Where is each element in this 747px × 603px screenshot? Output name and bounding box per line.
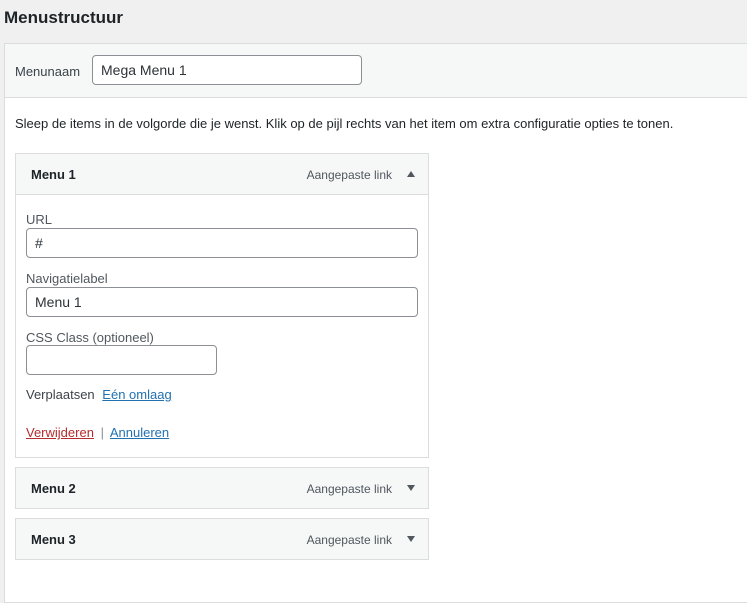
url-label: URL: [26, 212, 53, 227]
menu-item-title: Menu 3: [31, 532, 76, 547]
cancel-link[interactable]: Annuleren: [110, 425, 169, 440]
actions-separator: |: [100, 425, 104, 440]
move-row: Verplaatsen Eén omlaag: [26, 387, 172, 402]
move-label: Verplaatsen: [26, 387, 95, 402]
css-class-input[interactable]: [26, 345, 217, 375]
menu-item-type: Aangepaste link: [306, 533, 392, 547]
menu-item-type: Aangepaste link: [306, 482, 392, 496]
menu-item-handle[interactable]: Menu 3 Aangepaste link: [16, 519, 428, 559]
collapse-toggle-icon[interactable]: [400, 163, 422, 185]
menu-item-type: Aangepaste link: [306, 168, 392, 182]
expand-toggle-icon[interactable]: [400, 528, 422, 550]
menu-name-bar: Menunaam: [5, 44, 747, 98]
menu-structure-panel: Menunaam Sleep de items in de volgorde d…: [4, 43, 747, 603]
menu-item-menu-1: Menu 1 Aangepaste link URL Navigatielabe…: [15, 153, 429, 458]
css-class-label: CSS Class (optioneel): [26, 330, 154, 345]
menu-item-settings: URL Navigatielabel CSS Class (optioneel)…: [16, 194, 428, 457]
menu-name-label: Menunaam: [15, 64, 81, 79]
expand-toggle-icon[interactable]: [400, 477, 422, 499]
menu-item-handle[interactable]: Menu 2 Aangepaste link: [16, 468, 428, 508]
instructions-text: Sleep de items in de volgorde die je wen…: [15, 116, 674, 131]
item-actions: Verwijderen | Annuleren: [26, 425, 169, 440]
triangle-up-icon: [407, 171, 415, 177]
nav-label-label: Navigatielabel: [26, 271, 108, 286]
triangle-down-icon: [407, 536, 415, 542]
nav-label-input[interactable]: [26, 287, 418, 317]
menu-item-title: Menu 2: [31, 481, 76, 496]
delete-link[interactable]: Verwijderen: [26, 425, 94, 440]
menu-item-handle[interactable]: Menu 1 Aangepaste link: [16, 154, 428, 194]
move-down-link[interactable]: Eén omlaag: [102, 387, 171, 402]
page-title: Menustructuur: [4, 8, 123, 27]
triangle-down-icon: [407, 485, 415, 491]
url-input[interactable]: [26, 228, 418, 258]
menu-item-title: Menu 1: [31, 167, 76, 182]
menu-name-input[interactable]: [92, 55, 362, 85]
menu-item-menu-2: Menu 2 Aangepaste link: [15, 467, 429, 509]
menu-item-menu-3: Menu 3 Aangepaste link: [15, 518, 429, 560]
